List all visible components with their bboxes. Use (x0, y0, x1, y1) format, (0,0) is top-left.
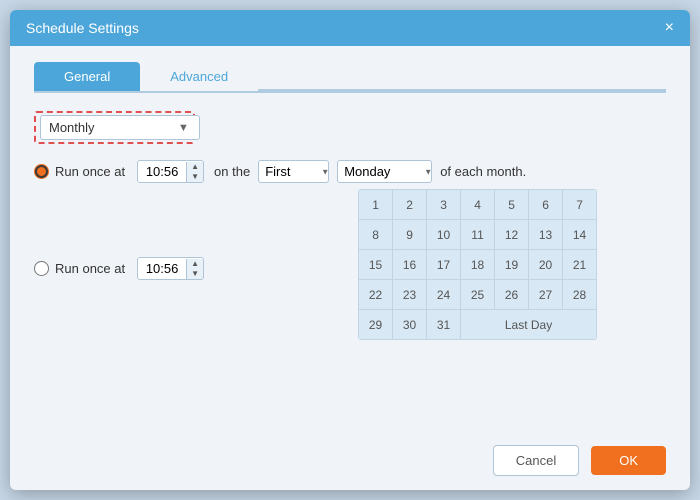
calendar-cell[interactable]: 18 (461, 250, 495, 280)
calendar-cell[interactable]: 13 (529, 220, 563, 250)
dialog-body: General Advanced Monthly Daily Weekly On… (10, 46, 690, 435)
calendar-table: 1234567891011121314151617181920212223242… (358, 189, 597, 340)
calendar-cell[interactable]: 5 (495, 190, 529, 220)
calendar-cell[interactable]: 24 (427, 280, 461, 310)
calendar-cell[interactable]: 30 (393, 310, 427, 340)
option-row-2: Run once at ▲ ▼ 123456789101112131415161… (34, 197, 666, 340)
tab-general[interactable]: General (34, 62, 140, 91)
option2-time-input[interactable] (138, 258, 186, 279)
calendar-cell[interactable]: 27 (529, 280, 563, 310)
dialog-footer: Cancel OK (10, 435, 690, 490)
day-select[interactable]: Monday Tuesday Wednesday Thursday Friday… (337, 160, 432, 183)
option1-spinner-buttons: ▲ ▼ (186, 162, 203, 182)
calendar-cell[interactable]: 20 (529, 250, 563, 280)
option1-time-up-button[interactable]: ▲ (187, 162, 203, 172)
calendar-cell[interactable]: 11 (461, 220, 495, 250)
option1-radio[interactable] (34, 164, 49, 179)
calendar-cell[interactable]: 29 (359, 310, 393, 340)
calendar-cell[interactable]: 12 (495, 220, 529, 250)
tab-advanced[interactable]: Advanced (140, 62, 258, 91)
calendar-grid: 1234567891011121314151617181920212223242… (358, 189, 597, 340)
frequency-dropdown-wrapper: Monthly Daily Weekly Once ▼ (34, 111, 195, 144)
calendar-cell[interactable]: 6 (529, 190, 563, 220)
option2-spinner-buttons: ▲ ▼ (186, 259, 203, 279)
calendar-cell[interactable]: 7 (563, 190, 597, 220)
option2-time-up-button[interactable]: ▲ (187, 259, 203, 269)
tabs-container: General Advanced (34, 62, 666, 93)
calendar-cell[interactable]: 31 (427, 310, 461, 340)
option1-time-spinner[interactable]: ▲ ▼ (137, 160, 204, 183)
option1-radio-label[interactable]: Run once at (34, 164, 125, 179)
calendar-last-day-cell[interactable]: Last Day (461, 310, 597, 340)
calendar-cell[interactable]: 8 (359, 220, 393, 250)
calendar-cell[interactable]: 3 (427, 190, 461, 220)
dialog-title: Schedule Settings (26, 20, 139, 36)
schedule-settings-dialog: Schedule Settings × General Advanced Mon… (10, 10, 690, 490)
title-bar: Schedule Settings × (10, 10, 690, 46)
frequency-select[interactable]: Monthly Daily Weekly Once (40, 115, 200, 140)
calendar-cell[interactable]: 25 (461, 280, 495, 310)
calendar-cell[interactable]: 14 (563, 220, 597, 250)
calendar-cell[interactable]: 16 (393, 250, 427, 280)
occurrence-select[interactable]: First Second Third Fourth Last (258, 160, 329, 183)
close-button[interactable]: × (665, 20, 674, 36)
option2-time-down-button[interactable]: ▼ (187, 269, 203, 279)
calendar-cell[interactable]: 23 (393, 280, 427, 310)
calendar-cell[interactable]: 10 (427, 220, 461, 250)
frequency-section: Monthly Daily Weekly Once ▼ (34, 111, 666, 144)
calendar-cell[interactable]: 9 (393, 220, 427, 250)
calendar-cell[interactable]: 28 (563, 280, 597, 310)
option-row-1: Run once at ▲ ▼ on the First Second Thir… (34, 160, 666, 183)
ok-button[interactable]: OK (591, 446, 666, 475)
calendar-cell[interactable]: 21 (563, 250, 597, 280)
cancel-button[interactable]: Cancel (493, 445, 579, 476)
option2-radio[interactable] (34, 261, 49, 276)
calendar-cell[interactable]: 22 (359, 280, 393, 310)
calendar-cell[interactable]: 19 (495, 250, 529, 280)
calendar-cell[interactable]: 17 (427, 250, 461, 280)
calendar-cell[interactable]: 1 (359, 190, 393, 220)
option1-time-down-button[interactable]: ▼ (187, 172, 203, 182)
occurrence-select-wrapper: First Second Third Fourth Last (254, 160, 333, 183)
calendar-cell[interactable]: 15 (359, 250, 393, 280)
day-select-wrapper: Monday Tuesday Wednesday Thursday Friday… (333, 160, 436, 183)
option1-time-input[interactable] (138, 161, 186, 182)
calendar-cell[interactable]: 2 (393, 190, 427, 220)
option2-radio-label[interactable]: Run once at (34, 261, 125, 276)
tab-divider (258, 89, 666, 91)
calendar-cell[interactable]: 26 (495, 280, 529, 310)
calendar-cell[interactable]: 4 (461, 190, 495, 220)
option2-time-spinner[interactable]: ▲ ▼ (137, 257, 204, 280)
